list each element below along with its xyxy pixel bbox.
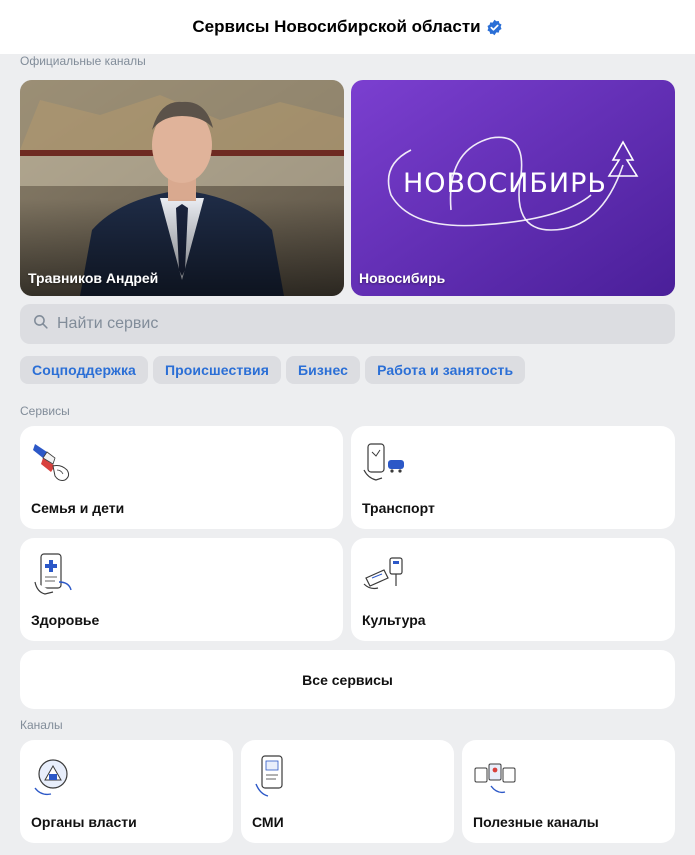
channel-name: Травников Андрей	[28, 270, 159, 286]
channel-label: Органы власти	[31, 814, 137, 830]
channel-card-media[interactable]: СМИ	[241, 740, 454, 843]
novosibir-logo-image: НОВОСИБИРЬ	[351, 80, 675, 296]
channel-card-government[interactable]: Органы власти	[20, 740, 233, 843]
verified-badge-icon	[486, 19, 503, 36]
channels-heading: Каналы	[20, 718, 63, 732]
useful-channels-icon	[474, 763, 516, 794]
health-icon	[34, 553, 72, 595]
channel-label: СМИ	[252, 814, 284, 830]
channel-card-travnikov[interactable]: Травников Андрей	[20, 80, 344, 296]
family-icon	[33, 444, 70, 481]
service-label: Семья и дети	[31, 500, 125, 516]
all-services-button[interactable]: Все сервисы	[20, 650, 675, 709]
chip-work[interactable]: Работа и занятость	[365, 356, 526, 384]
channel-card-useful[interactable]: Полезные каналы	[462, 740, 675, 843]
official-channels-heading: Официальные каналы	[20, 54, 146, 68]
service-card-health[interactable]: Здоровье	[20, 538, 343, 641]
channel-name: Новосибирь	[359, 270, 446, 286]
novosibir-logo-text: НОВОСИБИРЬ	[403, 168, 607, 199]
culture-icon	[363, 557, 403, 590]
chip-incidents[interactable]: Происшествия	[152, 356, 281, 384]
transport-icon	[363, 443, 404, 481]
search-bar[interactable]	[20, 304, 675, 344]
services-heading: Сервисы	[20, 404, 70, 418]
chip-business[interactable]: Бизнес	[286, 356, 361, 384]
media-icon	[255, 755, 283, 797]
service-label: Культура	[362, 612, 426, 628]
page-title: Сервисы Новосибирской области	[192, 17, 481, 36]
page-header: Сервисы Новосибирской области	[0, 0, 695, 54]
service-card-culture[interactable]: Культура	[351, 538, 675, 641]
search-icon	[32, 313, 49, 335]
chip-social-support[interactable]: Соцподдержка	[20, 356, 148, 384]
channel-photo	[20, 80, 344, 296]
service-label: Транспорт	[362, 500, 435, 516]
service-label: Здоровье	[31, 612, 100, 628]
search-input[interactable]	[57, 315, 617, 333]
service-card-family[interactable]: Семья и дети	[20, 426, 343, 529]
government-icon	[34, 759, 68, 796]
service-card-transport[interactable]: Транспорт	[351, 426, 675, 529]
channel-label: Полезные каналы	[473, 814, 599, 830]
channel-card-novosibir[interactable]: НОВОСИБИРЬ Новосибирь	[351, 80, 675, 296]
category-chips: Соцподдержка Происшествия Бизнес Работа …	[20, 356, 526, 384]
